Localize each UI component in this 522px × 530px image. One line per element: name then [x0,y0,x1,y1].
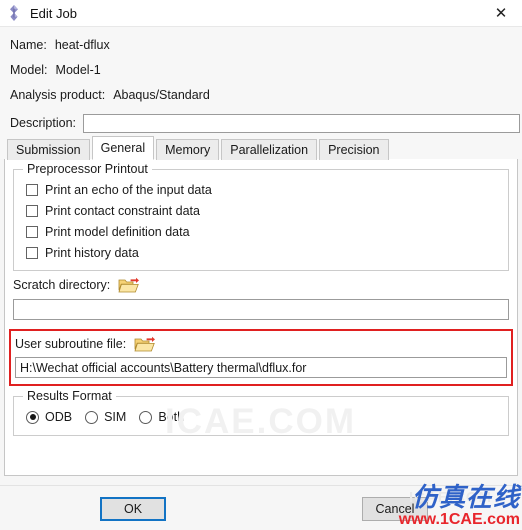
user-subroutine-label: User subroutine file: [15,337,127,351]
results-format-radio-row: ODB SIM Both [20,406,502,428]
description-input[interactable] [83,113,520,133]
print-contact-label: Print contact constraint data [45,203,200,218]
general-tab-panel: Preprocessor Printout Print an echo of t… [4,158,518,476]
checkbox-row-print-contact[interactable]: Print contact constraint data [20,200,502,221]
open-folder-icon[interactable] [134,335,156,353]
tab-precision[interactable]: Precision [319,139,389,160]
results-format-sim-label: SIM [104,410,127,424]
checkbox-row-print-model-definition[interactable]: Print model definition data [20,221,502,242]
job-name-value: heat-dflux [54,37,110,52]
tab-strip: Submission General Memory Parallelizatio… [0,136,522,160]
analysis-product-row: Analysis product: Abaqus/Standard [10,82,522,107]
scratch-directory-block: Scratch directory: [5,271,517,320]
job-header: Name: heat-dflux Model: Model-1 Analysis… [0,27,522,109]
ok-button[interactable]: OK [100,497,166,521]
description-label: Description: [10,116,76,130]
results-format-both-radio[interactable] [139,410,153,424]
user-subroutine-label-row: User subroutine file: [15,331,507,357]
open-folder-icon[interactable] [118,276,140,294]
job-model-row: Model: Model-1 [10,57,522,82]
print-echo-label: Print an echo of the input data [45,182,212,197]
description-row: Description: [0,109,522,137]
analysis-product-label: Analysis product: [10,87,106,102]
scratch-directory-input[interactable] [13,299,509,320]
preprocessor-printout-group: Preprocessor Printout Print an echo of t… [13,162,509,271]
print-model-definition-checkbox[interactable] [26,225,38,238]
tab-general[interactable]: General [91,136,155,160]
results-format-odb-radio[interactable] [26,410,39,424]
tab-submission[interactable]: Submission [7,139,90,160]
tab-parallelization[interactable]: Parallelization [221,139,318,160]
window-title: Edit Job [30,5,77,21]
user-subroutine-highlight-box: User subroutine file: [9,329,513,386]
user-subroutine-input[interactable] [15,357,507,378]
print-history-label: Print history data [45,245,139,260]
scratch-directory-label: Scratch directory: [13,278,111,292]
dialog-footer: OK Cancel ICAE.COM 仿真在线 www.1CAE.com [0,485,522,530]
results-format-group: Results Format ODB SIM Both [13,389,509,436]
job-name-row: Name: heat-dflux [10,32,522,57]
print-history-checkbox[interactable] [26,246,38,259]
checkbox-row-print-history[interactable]: Print history data [20,242,502,263]
results-format-title: Results Format [23,389,116,403]
results-format-sim-radio[interactable] [85,410,99,424]
abaqus-diamond-icon [10,5,18,21]
print-model-definition-label: Print model definition data [45,224,190,239]
results-format-odb-label: ODB [45,410,73,424]
cancel-button[interactable]: Cancel [362,497,428,521]
tab-memory[interactable]: Memory [156,139,220,160]
close-icon[interactable]: ✕ [480,0,522,26]
job-name-label: Name: [10,37,47,52]
job-model-value: Model-1 [55,62,101,77]
preprocessor-printout-title: Preprocessor Printout [23,162,152,176]
analysis-product-value: Abaqus/Standard [113,87,210,102]
scratch-directory-label-row: Scratch directory: [13,271,509,299]
print-contact-checkbox[interactable] [26,204,38,217]
checkbox-row-print-echo[interactable]: Print an echo of the input data [20,179,502,200]
job-model-label: Model: [10,62,48,77]
print-echo-checkbox[interactable] [26,183,38,196]
results-format-both-label: Both [158,410,185,424]
title-bar: Edit Job ✕ [0,0,522,27]
